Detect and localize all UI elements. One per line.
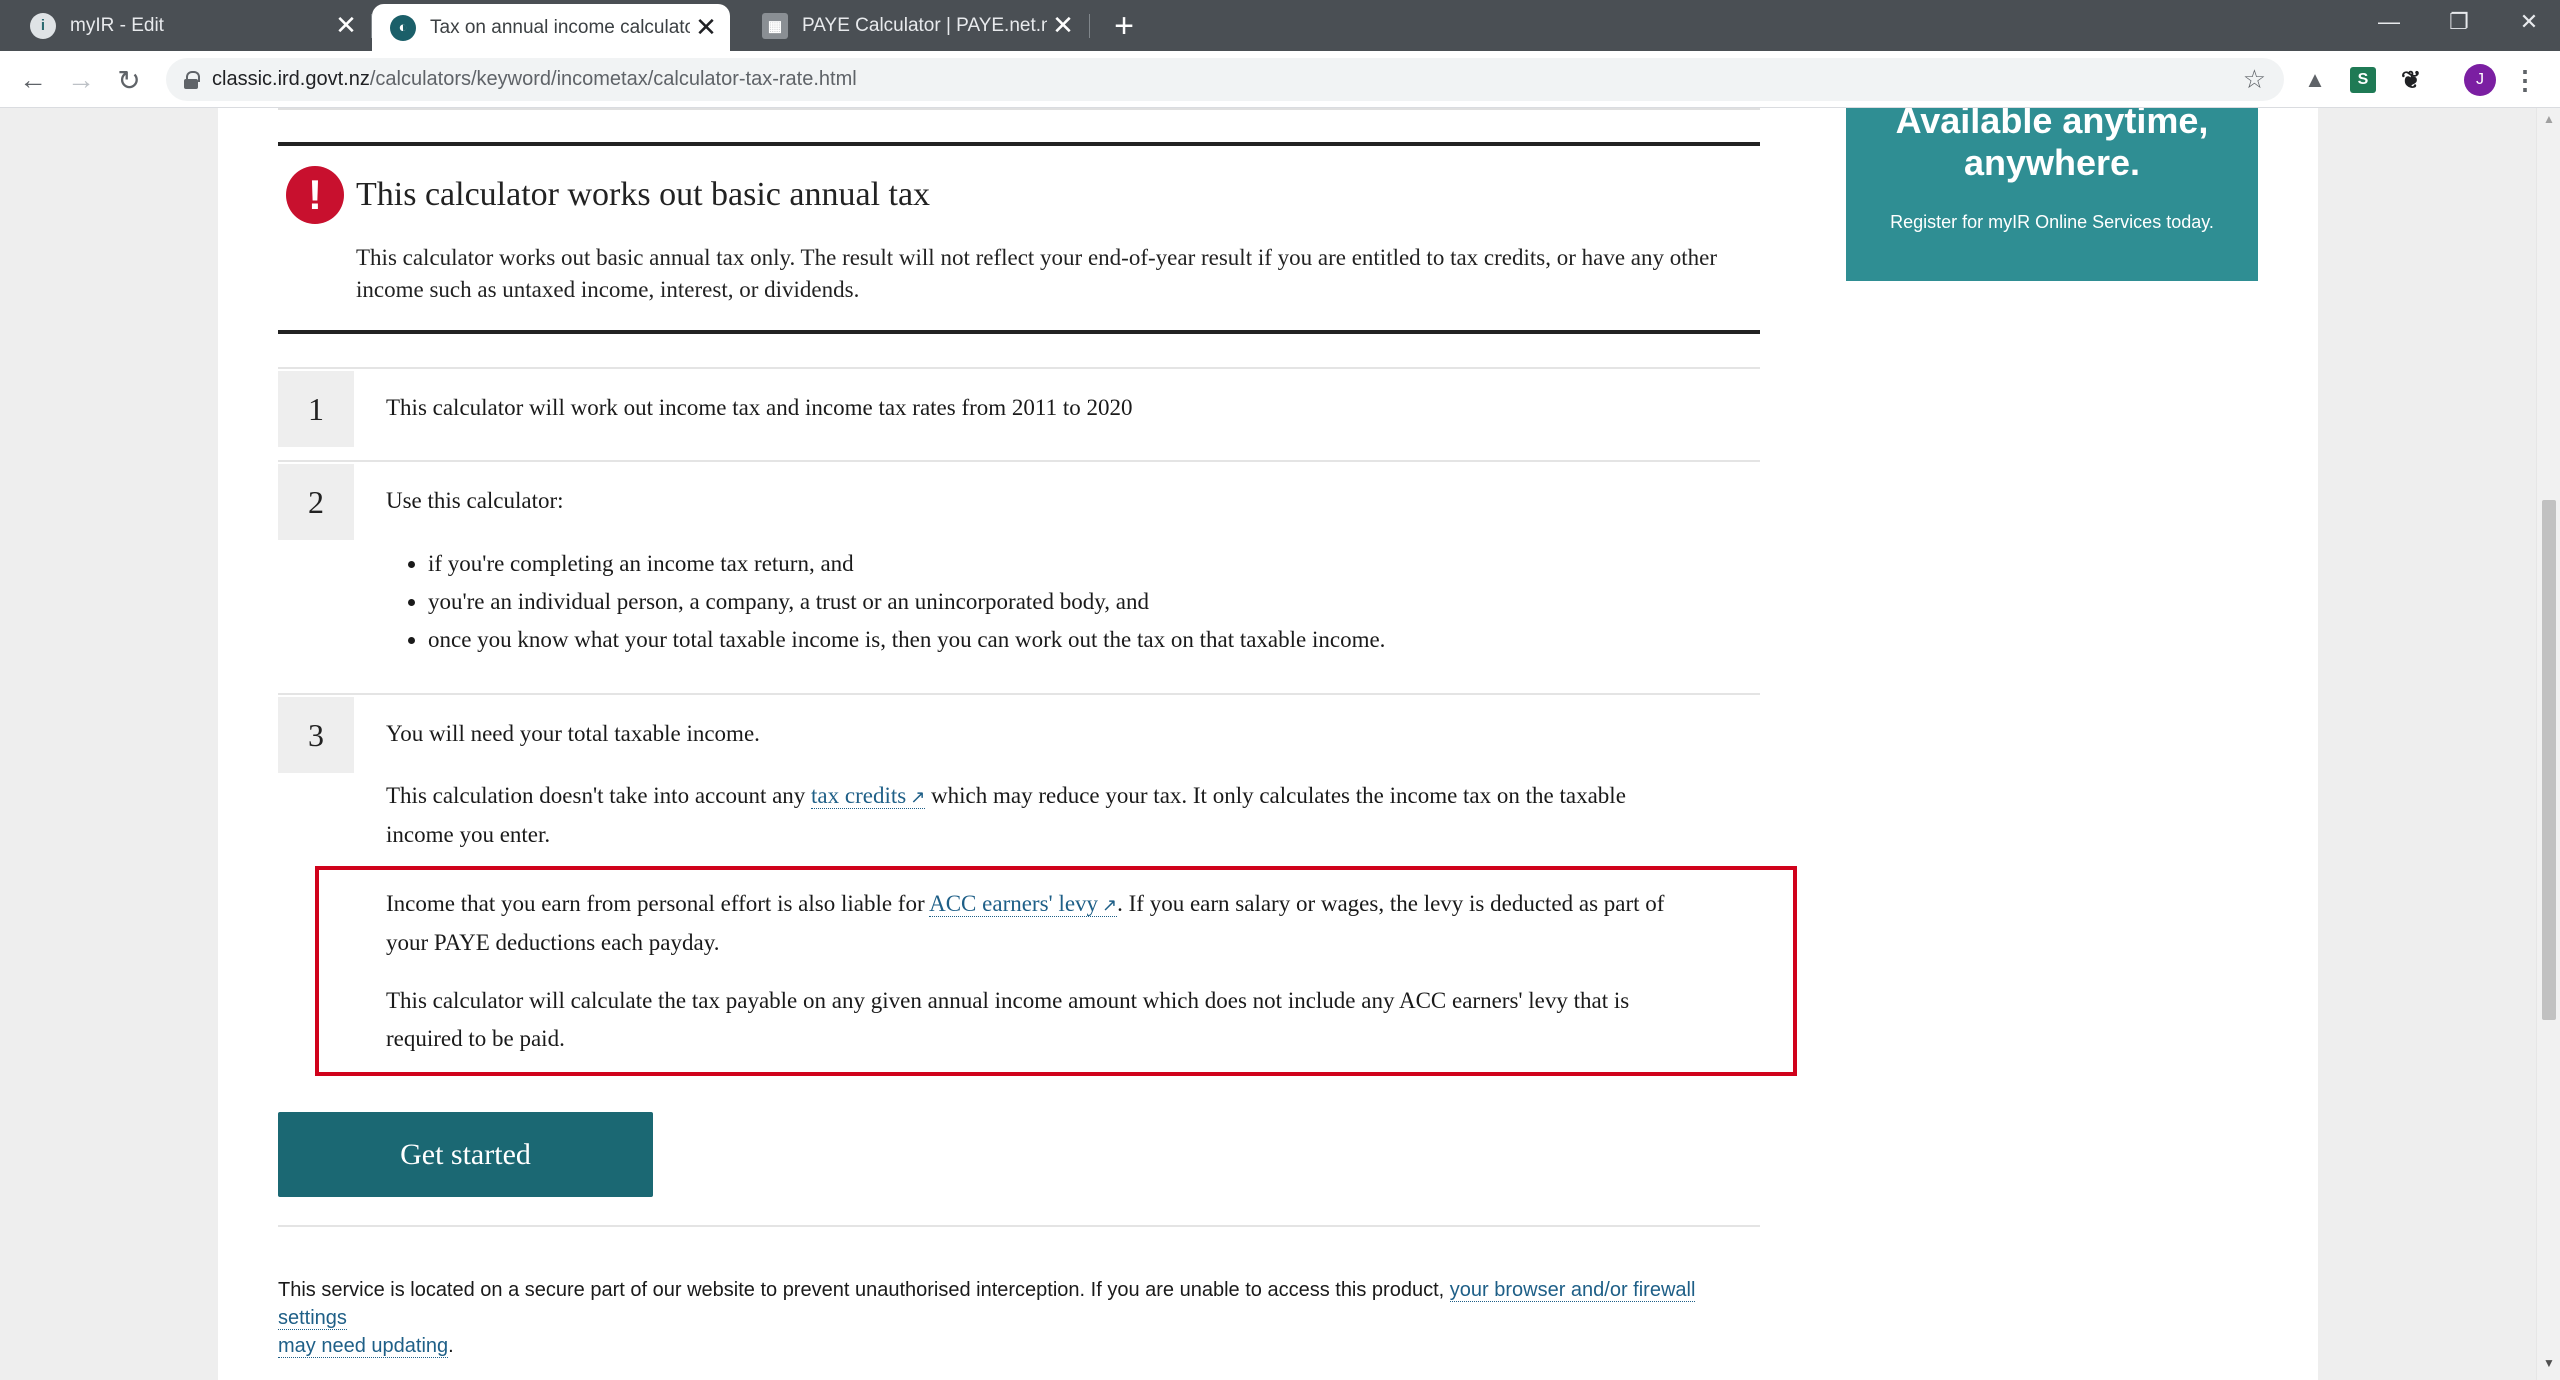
url-path: /calculators/keyword/incometax/calculato… (369, 68, 857, 90)
minimize-button[interactable]: — (2354, 0, 2424, 44)
promo-heading: Available anytime, anywhere. (1846, 108, 2258, 184)
close-tab-icon[interactable]: ✕ (330, 10, 362, 42)
step-1: 1 This calculator will work out income t… (278, 367, 1760, 459)
divider (278, 108, 1760, 110)
paragraph-text: required to be paid. (386, 1026, 565, 1051)
tab-title: myIR - Edit (70, 14, 164, 36)
get-started-button[interactable]: Get started (278, 1112, 653, 1197)
bookmark-star-icon[interactable]: ☆ (2243, 64, 2266, 95)
close-tab-icon[interactable]: ✕ (1047, 10, 1079, 42)
warning-title: This calculator works out basic annual t… (356, 176, 931, 213)
myir-promo-banner[interactable]: Available anytime, anywhere. Register fo… (1846, 108, 2258, 281)
paye-icon: ▦ (762, 12, 788, 39)
tax-credits-paragraph: This calculation doesn't take into accou… (386, 777, 1736, 854)
url-text[interactable]: classic.ird.govt.nz/calculators/keyword/… (212, 68, 2243, 91)
paragraph-text: Income that you earn from personal effor… (386, 891, 930, 916)
link-text: tax credits (811, 783, 907, 808)
back-button[interactable]: ← (12, 59, 54, 101)
list-item: you're an individual person, a company, … (408, 583, 1385, 621)
tax-credits-link[interactable]: tax credits ↗ (811, 783, 926, 809)
paragraph-text: which may reduce your tax. It only calcu… (925, 783, 1626, 808)
ird-globe-icon: ◐ (390, 14, 416, 41)
warning-notice: ! This calculator works out basic annual… (278, 142, 1760, 334)
paragraph-text: This calculation doesn't take into accou… (386, 783, 812, 808)
lock-icon (184, 70, 200, 89)
flame-extension-icon[interactable]: ❦ (2398, 67, 2424, 94)
acc-calculation-paragraph: This calculator will calculate the tax p… (386, 982, 1736, 1058)
step-text: This calculator will work out income tax… (386, 395, 1133, 420)
step-text: Use this calculator: (386, 488, 564, 513)
close-window-button[interactable]: ✕ (2494, 0, 2560, 44)
external-link-icon: ↗ (1102, 895, 1118, 915)
list-item: if you're completing an income tax retur… (408, 545, 1385, 583)
page-content: Available anytime, anywhere. Register fo… (218, 108, 2318, 1380)
vertical-scrollbar[interactable]: ▲ ▼ (2536, 108, 2560, 1380)
promo-heading-line1: Available anytime, (1895, 108, 2209, 141)
notice-text: This service is located on a secure part… (278, 1279, 1450, 1301)
acc-levy-paragraph: Income that you earn from personal effor… (386, 885, 1736, 962)
step-number: 2 (278, 464, 354, 540)
reload-button[interactable]: ↻ (108, 59, 150, 101)
tab-tax-calculator[interactable]: ◐ Tax on annual income calculator ✕ (372, 4, 730, 51)
promo-heading-line2: anywhere. (1963, 142, 2141, 183)
acc-earners-levy-link[interactable]: ACC earners' levy ↗ (929, 891, 1118, 917)
step-2: 2 Use this calculator: if you're complet… (278, 460, 1760, 692)
browser-tab-strip: i myIR - Edit ✕ ◐ Tax on annual income c… (0, 0, 2560, 51)
tab-title: Tax on annual income calculator (430, 16, 690, 38)
notice-text: . (448, 1335, 454, 1357)
paragraph-text: . If you earn salary or wages, the levy … (1117, 891, 1665, 916)
scroll-up-arrow-icon[interactable]: ▲ (2537, 112, 2560, 132)
external-link-icon: ↗ (910, 787, 926, 807)
drive-extension-icon[interactable]: ▲ (2302, 67, 2328, 93)
paragraph-text: income you enter. (386, 822, 551, 847)
step-text: You will need your total taxable income. (386, 721, 760, 746)
scroll-down-arrow-icon[interactable]: ▼ (2537, 1356, 2560, 1376)
warning-body: This calculator works out basic annual t… (356, 245, 1718, 302)
warning-icon: ! (286, 166, 344, 224)
paragraph-text: This calculator will calculate the tax p… (386, 988, 1630, 1013)
s-extension-icon[interactable]: S (2350, 67, 2376, 93)
restore-button[interactable]: ❐ (2424, 0, 2494, 44)
scroll-thumb[interactable] (2542, 500, 2556, 1020)
link-text: may need updating (278, 1335, 449, 1357)
browser-toolbar: ← → ↻ classic.ird.govt.nz/calculators/ke… (0, 51, 2560, 108)
ird-icon: i (30, 12, 56, 39)
tab-paye-calculator[interactable]: ▦ PAYE Calculator | PAYE.net.nz ✕ (732, 0, 1087, 51)
tab-separator (1089, 14, 1090, 38)
page-viewport: Available anytime, anywhere. Register fo… (0, 108, 2536, 1380)
tab-myir-edit[interactable]: i myIR - Edit ✕ (0, 0, 370, 51)
step-number: 3 (278, 697, 354, 773)
divider (278, 1225, 1760, 1227)
step-number: 1 (278, 371, 354, 447)
forward-button[interactable]: → (60, 59, 102, 101)
url-host: classic.ird.govt.nz (212, 68, 370, 90)
tab-title: PAYE Calculator | PAYE.net.nz (802, 14, 1047, 36)
new-tab-button[interactable]: + (1104, 6, 1144, 46)
profile-avatar[interactable]: J (2464, 64, 2496, 96)
chrome-menu-icon[interactable]: ⋮ (2512, 65, 2538, 95)
link-text: ACC earners' levy (929, 891, 1099, 916)
promo-subtext: Register for myIR Online Services today. (1890, 212, 2214, 232)
paragraph-text: your PAYE deductions each payday. (386, 930, 720, 955)
step-2-bullet-list: if you're completing an income tax retur… (408, 545, 1385, 659)
security-notice: This service is located on a secure part… (278, 1276, 1768, 1360)
address-bar[interactable]: classic.ird.govt.nz/calculators/keyword/… (166, 58, 2284, 101)
list-item: once you know what your total taxable in… (408, 621, 1385, 659)
close-tab-icon[interactable]: ✕ (690, 12, 722, 44)
